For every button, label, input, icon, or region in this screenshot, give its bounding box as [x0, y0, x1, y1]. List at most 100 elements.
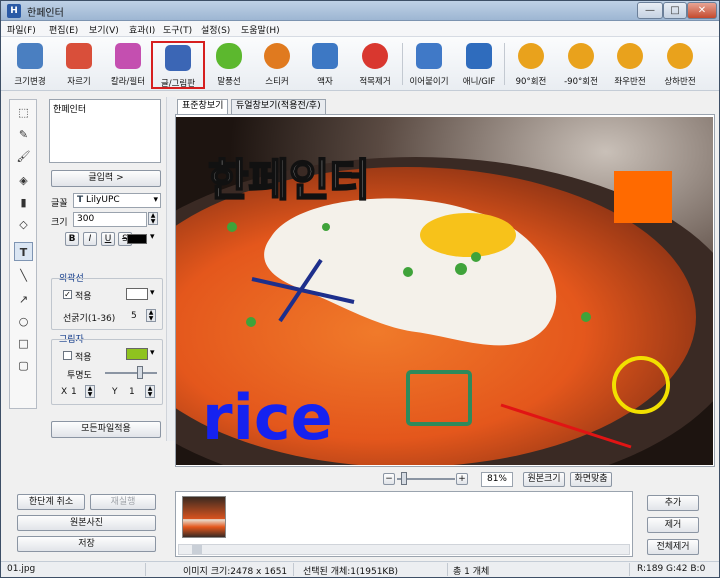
- fill-bucket-icon[interactable]: ◈: [14, 171, 33, 190]
- brush-icon[interactable]: 🖌: [14, 147, 33, 166]
- tool-resize[interactable]: 크기변경: [7, 41, 53, 89]
- select-rect-icon[interactable]: ⬚: [14, 103, 33, 122]
- redo-button: 재실행: [90, 494, 156, 510]
- italic-button[interactable]: I: [83, 232, 97, 246]
- tool-red-eye[interactable]: 적목제거: [351, 41, 399, 89]
- speech-bubble-icon: [216, 43, 242, 69]
- menu-file[interactable]: 파일(F): [7, 23, 36, 36]
- arrow-tool-icon[interactable]: ↗: [14, 290, 33, 309]
- flip-horizontal-icon: [617, 43, 643, 69]
- apply-all-files-button[interactable]: 모든파일적용: [51, 421, 161, 438]
- eraser-icon[interactable]: ◇: [14, 215, 33, 234]
- remove-all-files-button[interactable]: 전체제거: [647, 539, 699, 555]
- text-content-box[interactable]: 한페인터: [49, 99, 161, 163]
- fit-screen-button[interactable]: 화면맞춤: [570, 472, 612, 487]
- tab-dual-view[interactable]: 듀얼창보기(적용전/후): [231, 99, 326, 114]
- menu-settings[interactable]: 설정(S): [201, 23, 230, 36]
- scallion: [471, 252, 481, 262]
- pencil-icon[interactable]: ✎: [14, 125, 33, 144]
- text-tool-icon[interactable]: T: [14, 242, 33, 261]
- tool-frame[interactable]: 액자: [303, 41, 347, 89]
- outline-apply-checkbox[interactable]: ✓: [63, 290, 72, 299]
- tool-speech-bubble[interactable]: 말풍선: [207, 41, 251, 89]
- size-stepper[interactable]: ▲ ▼: [148, 212, 158, 225]
- orange-square-shape[interactable]: [614, 171, 672, 223]
- text-input-button[interactable]: 글입력 >: [51, 170, 161, 187]
- sticker-icon: [264, 43, 290, 69]
- underline-button[interactable]: U: [101, 232, 115, 246]
- shadow-x-stepper[interactable]: ▲ ▼: [85, 385, 95, 398]
- close-button[interactable]: ✕: [687, 2, 717, 19]
- tool-sticker[interactable]: 스티커: [255, 41, 299, 89]
- zoom-out-button[interactable]: −: [383, 473, 395, 485]
- transparency-slider-track[interactable]: [105, 372, 157, 374]
- shadow-color-swatch[interactable]: [126, 348, 148, 360]
- app-logo-icon: H: [7, 4, 21, 18]
- circle-tool-icon[interactable]: ○: [14, 312, 33, 331]
- line-tool-icon[interactable]: ╲: [14, 266, 33, 285]
- photo-canvas[interactable]: 한페인터 rice: [176, 117, 713, 465]
- tool-flip-vertical[interactable]: 상하반전: [657, 41, 703, 89]
- text-color-swatch[interactable]: [127, 234, 147, 244]
- title-bar: H 한페인터 — □ ✕: [1, 1, 719, 21]
- scallion: [322, 223, 330, 231]
- shadow-color-dropdown-icon[interactable]: ▾: [150, 348, 155, 358]
- text-color-dropdown-icon[interactable]: ▾: [150, 232, 155, 242]
- zoom-value-field[interactable]: 81%: [481, 472, 513, 487]
- zoom-in-button[interactable]: +: [456, 473, 468, 485]
- shadow-x-value[interactable]: 1: [71, 387, 77, 397]
- shadow-y-stepper[interactable]: ▲ ▼: [145, 385, 155, 398]
- menu-help[interactable]: 도움말(H): [241, 23, 280, 36]
- transparency-slider-thumb[interactable]: [137, 366, 143, 379]
- tool-rotate-ccw[interactable]: -90°회전: [557, 41, 605, 89]
- zoom-slider-thumb[interactable]: [401, 472, 407, 485]
- overlay-word-text[interactable]: rice: [202, 381, 333, 454]
- crop-icon: [66, 43, 92, 69]
- menu-tools[interactable]: 도구(T): [163, 23, 192, 36]
- window-title: 한페인터: [27, 8, 64, 19]
- font-select[interactable]: T LilyUPC ▾: [73, 193, 161, 208]
- color-filter-icon: [115, 43, 141, 69]
- frame-icon: [312, 43, 338, 69]
- tool-flip-horizontal[interactable]: 좌우반전: [607, 41, 653, 89]
- original-photo-button[interactable]: 원본사진: [17, 515, 156, 531]
- bottle-icon[interactable]: ▮: [14, 193, 33, 212]
- tab-standard-view[interactable]: 표준창보기: [177, 99, 229, 114]
- square-tool-icon[interactable]: □: [14, 334, 33, 353]
- maximize-button[interactable]: □: [663, 2, 687, 19]
- status-pixel-color: R:189 G:42 B:0: [637, 564, 706, 574]
- status-separator: [145, 563, 146, 576]
- scallion: [403, 267, 413, 277]
- tool-crop[interactable]: 자르기: [57, 41, 101, 89]
- overlay-title-text[interactable]: 한페인터: [207, 154, 371, 207]
- remove-file-button[interactable]: 제거: [647, 517, 699, 533]
- tool-text-draw[interactable]: 글/그림판: [151, 41, 205, 89]
- shadow-y-value[interactable]: 1: [129, 387, 135, 397]
- original-size-button[interactable]: 원본크기: [523, 472, 565, 487]
- thumbnail-scrollbar[interactable]: [178, 544, 630, 555]
- thumbnail-scroll-thumb[interactable]: [192, 545, 202, 554]
- rounded-rect-tool-icon[interactable]: ▢: [14, 356, 33, 375]
- flip-vertical-icon: [667, 43, 693, 69]
- menu-edit[interactable]: 편집(E): [49, 23, 78, 36]
- thumbnail-item[interactable]: [182, 496, 226, 538]
- minimize-button[interactable]: —: [637, 2, 663, 19]
- size-field[interactable]: 300: [73, 212, 147, 227]
- save-button[interactable]: 저장: [17, 536, 156, 552]
- rotate-cw-icon: [518, 43, 544, 69]
- outline-color-swatch[interactable]: [126, 288, 148, 300]
- bold-button[interactable]: B: [65, 232, 79, 246]
- shadow-apply-checkbox[interactable]: [63, 351, 72, 360]
- menu-effect[interactable]: 효과(I): [129, 23, 155, 36]
- tool-color-filter[interactable]: 칼라/필터: [105, 41, 151, 89]
- tool-animation[interactable]: 애니/GIF: [457, 41, 501, 89]
- tool-merge[interactable]: 이어붙이기: [405, 41, 453, 89]
- outline-color-dropdown-icon[interactable]: ▾: [150, 288, 155, 298]
- add-file-button[interactable]: 추가: [647, 495, 699, 511]
- undo-button[interactable]: 한단계 취소: [17, 494, 85, 510]
- status-separator: [447, 563, 448, 576]
- tool-rotate-cw[interactable]: 90°회전: [509, 41, 553, 89]
- outline-thickness-stepper[interactable]: ▲ ▼: [146, 309, 156, 322]
- outline-thickness-value[interactable]: 5: [131, 311, 137, 321]
- menu-view[interactable]: 보기(V): [89, 23, 119, 36]
